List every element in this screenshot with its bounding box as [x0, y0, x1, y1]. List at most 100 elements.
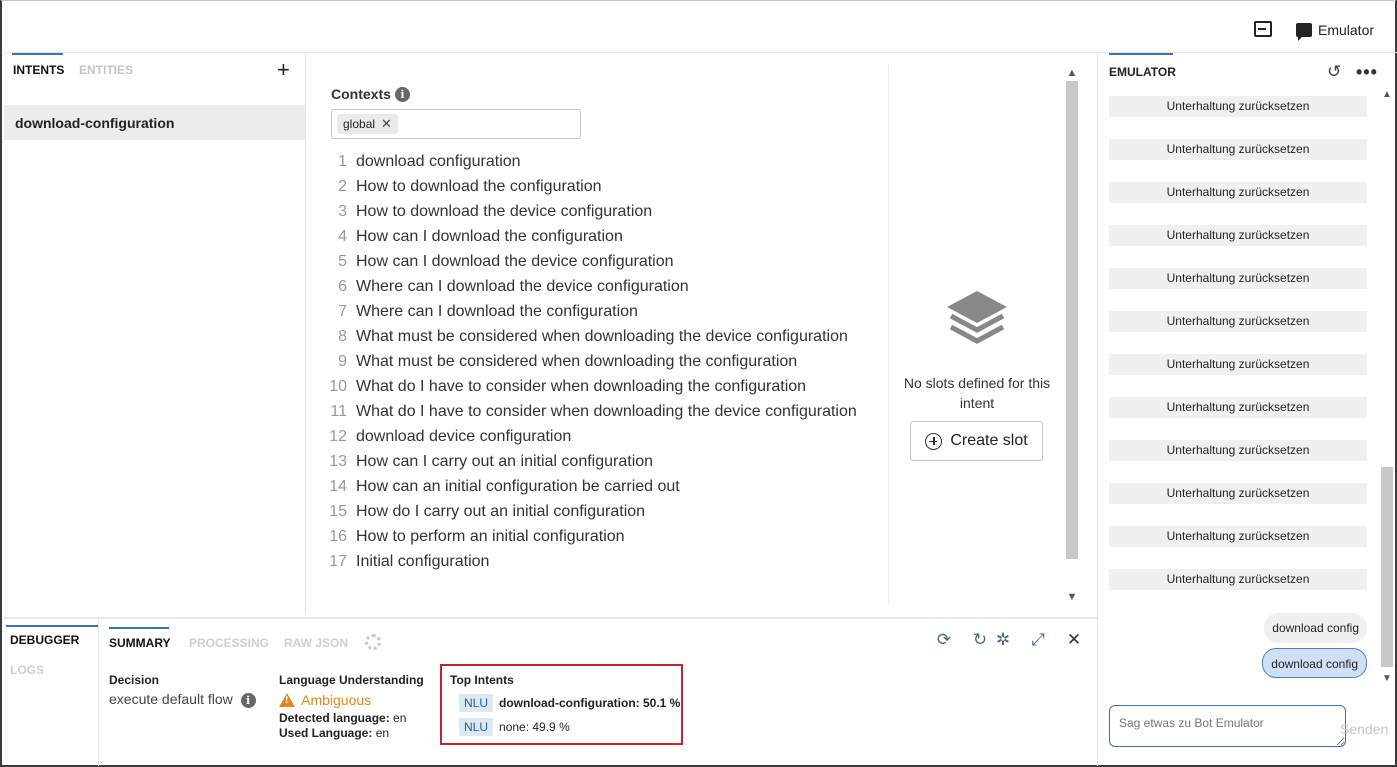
info-icon[interactable]: i	[394, 86, 410, 102]
utterance-row[interactable]: 16 How to perform an initial configuratio…	[325, 524, 857, 549]
top-intent-text: download-configuration: 50.1 %	[499, 696, 681, 710]
reset-conversation-button[interactable]: Unterhaltung zurücksetzen	[1109, 569, 1367, 590]
context-tag: global ✕	[337, 114, 398, 134]
utterance-text[interactable]: How to download the device configuration	[356, 203, 652, 221]
active-tab-indicator	[12, 53, 63, 55]
intent-list-item[interactable]: download-configuration	[4, 105, 305, 140]
create-slot-button[interactable]: Create slot	[910, 421, 1043, 461]
message-input[interactable]	[1109, 705, 1346, 747]
scroll-up-icon[interactable]: ▲	[1380, 89, 1394, 100]
utterance-text[interactable]: How to download the configuration	[356, 178, 602, 196]
scroll-up-icon[interactable]: ▲	[1064, 65, 1080, 81]
utterance-text[interactable]: How can an initial configuration be carr…	[356, 478, 680, 496]
utterance-text[interactable]: How can I download the device configurat…	[356, 253, 674, 271]
utterance-text[interactable]: How can I download the configuration	[356, 228, 623, 246]
info-icon[interactable]: i	[240, 693, 256, 708]
gear-icon[interactable]	[365, 634, 381, 650]
utterance-text[interactable]: Where can I download the device configur…	[356, 278, 689, 296]
slots-panel: No slots defined for this intent Create …	[888, 65, 1068, 605]
scroll-down-icon[interactable]: ▼	[1380, 673, 1394, 684]
tab-entities[interactable]: ENTITIES	[79, 63, 133, 77]
utterance-row[interactable]: 6 Where can I download the device configu…	[325, 274, 857, 299]
tab-debugger[interactable]: DEBUGGER	[10, 633, 79, 647]
editor-scrollbar[interactable]: ▲ ▼	[1064, 65, 1080, 605]
emulator-tab-indicator	[1109, 53, 1173, 55]
utterance-text[interactable]: How can I carry out an initial configura…	[356, 453, 653, 471]
utterance-row[interactable]: 4 How can I download the configuration	[325, 224, 857, 249]
utterance-text[interactable]: Initial configuration	[356, 553, 489, 571]
reset-conversation-button[interactable]: Unterhaltung zurücksetzen	[1109, 440, 1367, 461]
tab-processing[interactable]: PROCESSING	[189, 636, 269, 650]
utterance-text[interactable]: What do I have to consider when download…	[356, 378, 806, 396]
scrollbar-thumb[interactable]	[1066, 81, 1078, 559]
context-tag-label: global	[343, 117, 376, 131]
reset-conversation-button[interactable]: Unterhaltung zurücksetzen	[1109, 354, 1367, 375]
utterance-text[interactable]: What do I have to consider when download…	[356, 403, 857, 421]
line-number: 1	[338, 152, 347, 170]
close-icon[interactable]: ✕	[1065, 631, 1083, 649]
decision-text: execute default flow	[109, 691, 233, 707]
line-number: 10	[329, 377, 347, 395]
utterance-text[interactable]: download configuration	[356, 153, 521, 171]
utterance-row[interactable]: 10 What do I have to consider when downlo…	[325, 374, 857, 399]
utterance-row[interactable]: 12 download device configuration	[325, 424, 857, 449]
reset-conversation-button[interactable]: Unterhaltung zurücksetzen	[1109, 397, 1367, 418]
line-number: 17	[329, 552, 347, 570]
emulator-toggle-label: Emulator	[1318, 22, 1375, 38]
reset-conversation-button[interactable]: Unterhaltung zurücksetzen	[1109, 311, 1367, 332]
reset-conversation-button[interactable]: Unterhaltung zurücksetzen	[1109, 483, 1367, 504]
sidebar-tabs: INTENTS ENTITIES +	[4, 53, 305, 91]
line-number: 9	[338, 352, 347, 370]
reset-conversation-button[interactable]: Unterhaltung zurücksetzen	[1109, 96, 1367, 117]
tab-raw-json[interactable]: RAW JSON	[284, 636, 348, 650]
utterance-row[interactable]: 17 Initial configuration	[325, 549, 857, 574]
remove-tag-icon[interactable]: ✕	[381, 116, 392, 132]
utterance-text[interactable]: download device configuration	[356, 428, 571, 446]
chat-icon	[1296, 23, 1312, 41]
emulator-scrollbar[interactable]: ▲ ▼	[1380, 89, 1394, 689]
utterance-row[interactable]: 9 What must be considered when downloadin…	[325, 349, 857, 374]
emulator-toggle-button[interactable]: Emulator	[1296, 19, 1374, 41]
utterance-text[interactable]: What must be considered when downloading…	[356, 328, 848, 346]
reset-icon[interactable]: ↺	[1327, 62, 1341, 82]
scroll-down-icon[interactable]: ▼	[1064, 589, 1080, 605]
tab-summary[interactable]: SUMMARY	[109, 636, 171, 650]
terminal-icon[interactable]	[1254, 21, 1272, 37]
utterance-row[interactable]: 14 How can an initial configuration be ca…	[325, 474, 857, 499]
reset-conversation-button[interactable]: Unterhaltung zurücksetzen	[1109, 526, 1367, 547]
utterance-row[interactable]: 2 How to download the configuration	[325, 174, 857, 199]
utterance-row[interactable]: 7 Where can I download the configuration	[325, 299, 857, 324]
contexts-input[interactable]: global ✕	[331, 109, 581, 139]
reset-conversation-button[interactable]: Unterhaltung zurücksetzen	[1109, 139, 1367, 160]
refresh-icon[interactable]: ⟳	[935, 631, 953, 649]
detected-language-label: Detected language:	[279, 711, 390, 725]
tab-intents[interactable]: INTENTS	[13, 63, 64, 77]
utterance-text[interactable]: How to perform an initial configuration	[356, 528, 625, 546]
utterance-row[interactable]: 8 What must be considered when downloadin…	[325, 324, 857, 349]
utterance-row[interactable]: 5 How can I download the device configura…	[325, 249, 857, 274]
app-window: Emulator INTENTS ENTITIES + download-con…	[0, 0, 1397, 767]
utterance-text[interactable]: How do I carry out an initial configurat…	[356, 503, 645, 521]
network-icon[interactable]: ✲	[994, 631, 1012, 649]
reset-conversation-button[interactable]: Unterhaltung zurücksetzen	[1109, 225, 1367, 246]
scrollbar-thumb[interactable]	[1381, 467, 1393, 667]
detected-language: Detected language: en	[279, 711, 406, 725]
tab-logs[interactable]: LOGS	[10, 663, 44, 677]
utterance-row[interactable]: 11 What do I have to consider when downlo…	[325, 399, 857, 424]
line-number: 14	[329, 477, 347, 495]
expand-icon[interactable]: ⤢	[1029, 631, 1047, 649]
reset-conversation-button[interactable]: Unterhaltung zurücksetzen	[1109, 268, 1367, 289]
utterance-list[interactable]: 1 download configuration 2 How to download …	[325, 149, 857, 574]
utterance-text[interactable]: What must be considered when downloading…	[356, 353, 797, 371]
reset-conversation-button[interactable]: Unterhaltung zurücksetzen	[1109, 182, 1367, 203]
send-button[interactable]: Senden	[1340, 721, 1388, 737]
utterance-row[interactable]: 1 download configuration	[325, 149, 857, 174]
utterance-text[interactable]: Where can I download the configuration	[356, 303, 638, 321]
add-intent-button[interactable]: +	[277, 59, 290, 81]
utterance-row[interactable]: 15 How do I carry out an initial configur…	[325, 499, 857, 524]
line-number: 2	[338, 177, 347, 195]
utterance-row[interactable]: 3 How to download the device configuratio…	[325, 199, 857, 224]
auto-refresh-icon[interactable]: ↻	[971, 631, 989, 649]
more-options-icon[interactable]: •••	[1356, 62, 1378, 83]
utterance-row[interactable]: 13 How can I carry out an initial configu…	[325, 449, 857, 474]
